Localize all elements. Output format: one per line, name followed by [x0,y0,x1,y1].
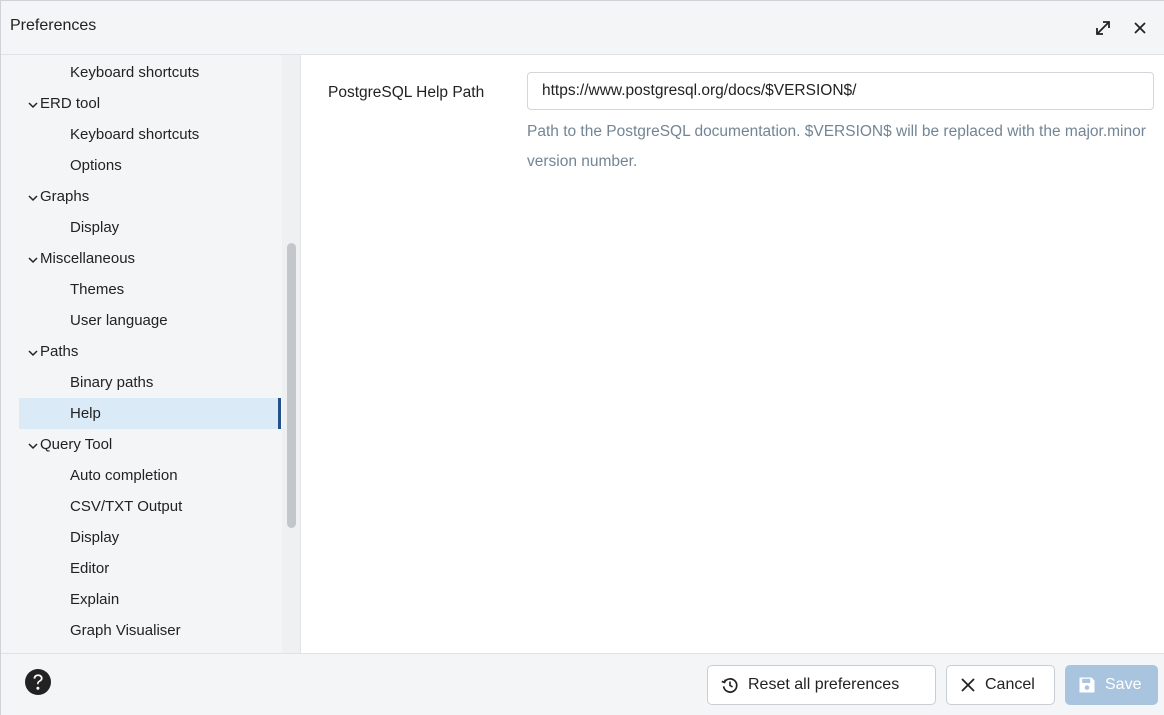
reset-button-label: Reset all preferences [748,676,900,693]
chevron-down-icon[interactable] [27,98,39,110]
tree-item-label: Editor [70,560,110,577]
tree-leaf-item[interactable]: Display [19,212,281,243]
dialog-footer: Reset all preferences Cancel Save [1,653,1164,715]
tree-item-label: Explain [70,591,120,608]
tree-leaf-item[interactable]: Binary paths [19,367,281,398]
reset-icon [720,675,740,695]
tree-item-label: Auto completion [70,467,178,484]
cancel-x-icon [959,676,977,694]
tree-item-label: User language [70,312,168,329]
tree-item-label: Options [70,157,122,174]
tree-item-label: Display [70,219,120,236]
help-path-input[interactable] [527,72,1154,110]
tree-group-item[interactable]: Paths [19,336,281,367]
tree-scrollbar-thumb[interactable] [287,243,296,528]
tree-group-item[interactable]: Query Tool [19,429,281,460]
tree-leaf-item[interactable]: Keyboard shortcuts [19,57,281,88]
tree-group-item[interactable]: Miscellaneous [19,243,281,274]
tree-item-label: ERD tool [40,95,101,112]
tree-group-item[interactable]: ERD tool [19,88,281,119]
tree-leaf-item[interactable]: Options [19,150,281,181]
selection-indicator [278,398,281,429]
chevron-down-icon[interactable] [27,253,39,265]
chevron-down-icon[interactable] [27,346,39,358]
tree-leaf-item[interactable]: Keyboard shortcuts [19,119,281,150]
tree-item-label: Paths [40,343,79,360]
question-circle-icon[interactable] [23,667,53,697]
tree-leaf-item[interactable]: Explain [19,584,281,615]
tree-item-label: Themes [70,281,125,298]
tree-leaf-item[interactable]: Auto completion [19,460,281,491]
tree-leaf-item[interactable]: Help [19,398,281,429]
preferences-dialog: Preferences Keyboard shortcuts ERD tool Ke… [0,0,1164,715]
tree-scrollbar[interactable] [282,55,300,653]
tree-leaf-item[interactable]: Editor [19,553,281,584]
reset-all-preferences-button[interactable]: Reset all preferences [707,665,936,705]
save-button[interactable]: Save [1065,665,1158,705]
tree-leaf-item[interactable]: Graph Visualiser [19,615,281,646]
cancel-button[interactable]: Cancel [946,665,1055,705]
tree-leaf-item[interactable]: Display [19,522,281,553]
dialog-title: Preferences [10,17,97,34]
tree-item-label: Graphs [40,188,90,205]
help-path-label: PostgreSQL Help Path [328,84,485,101]
preferences-content: PostgreSQL Help Path Path to the Postgre… [302,55,1164,653]
cancel-button-label: Cancel [985,676,1035,693]
save-button-label: Save [1105,676,1142,693]
preferences-tree: Keyboard shortcuts ERD tool Keyboard short… [1,55,301,653]
save-icon [1077,675,1097,695]
help-path-description: Path to the PostgreSQL documentation. $V… [527,123,1146,170]
tree-item-label: Miscellaneous [40,250,136,267]
tree-item-label: CSV/TXT Output [70,498,183,515]
tree-item-label: Help [70,405,101,422]
tree-item-label: Display [70,529,120,546]
expand-icon[interactable] [1090,15,1116,41]
tree-item-label: Binary paths [70,374,154,391]
tree-leaf-item[interactable]: User language [19,305,281,336]
chevron-down-icon[interactable] [27,439,39,451]
tree-item-label: Keyboard shortcuts [70,126,200,143]
tree-leaf-item[interactable]: Themes [19,274,281,305]
tree-item-label: Graph Visualiser [70,622,181,639]
chevron-down-icon[interactable] [27,191,39,203]
tree-group-item[interactable]: Graphs [19,181,281,212]
tree-leaf-item[interactable]: CSV/TXT Output [19,491,281,522]
tree-item-label: Keyboard shortcuts [70,64,200,81]
close-icon[interactable] [1127,15,1153,41]
dialog-titlebar: Preferences [1,1,1164,55]
tree-item-label: Query Tool [40,436,113,453]
